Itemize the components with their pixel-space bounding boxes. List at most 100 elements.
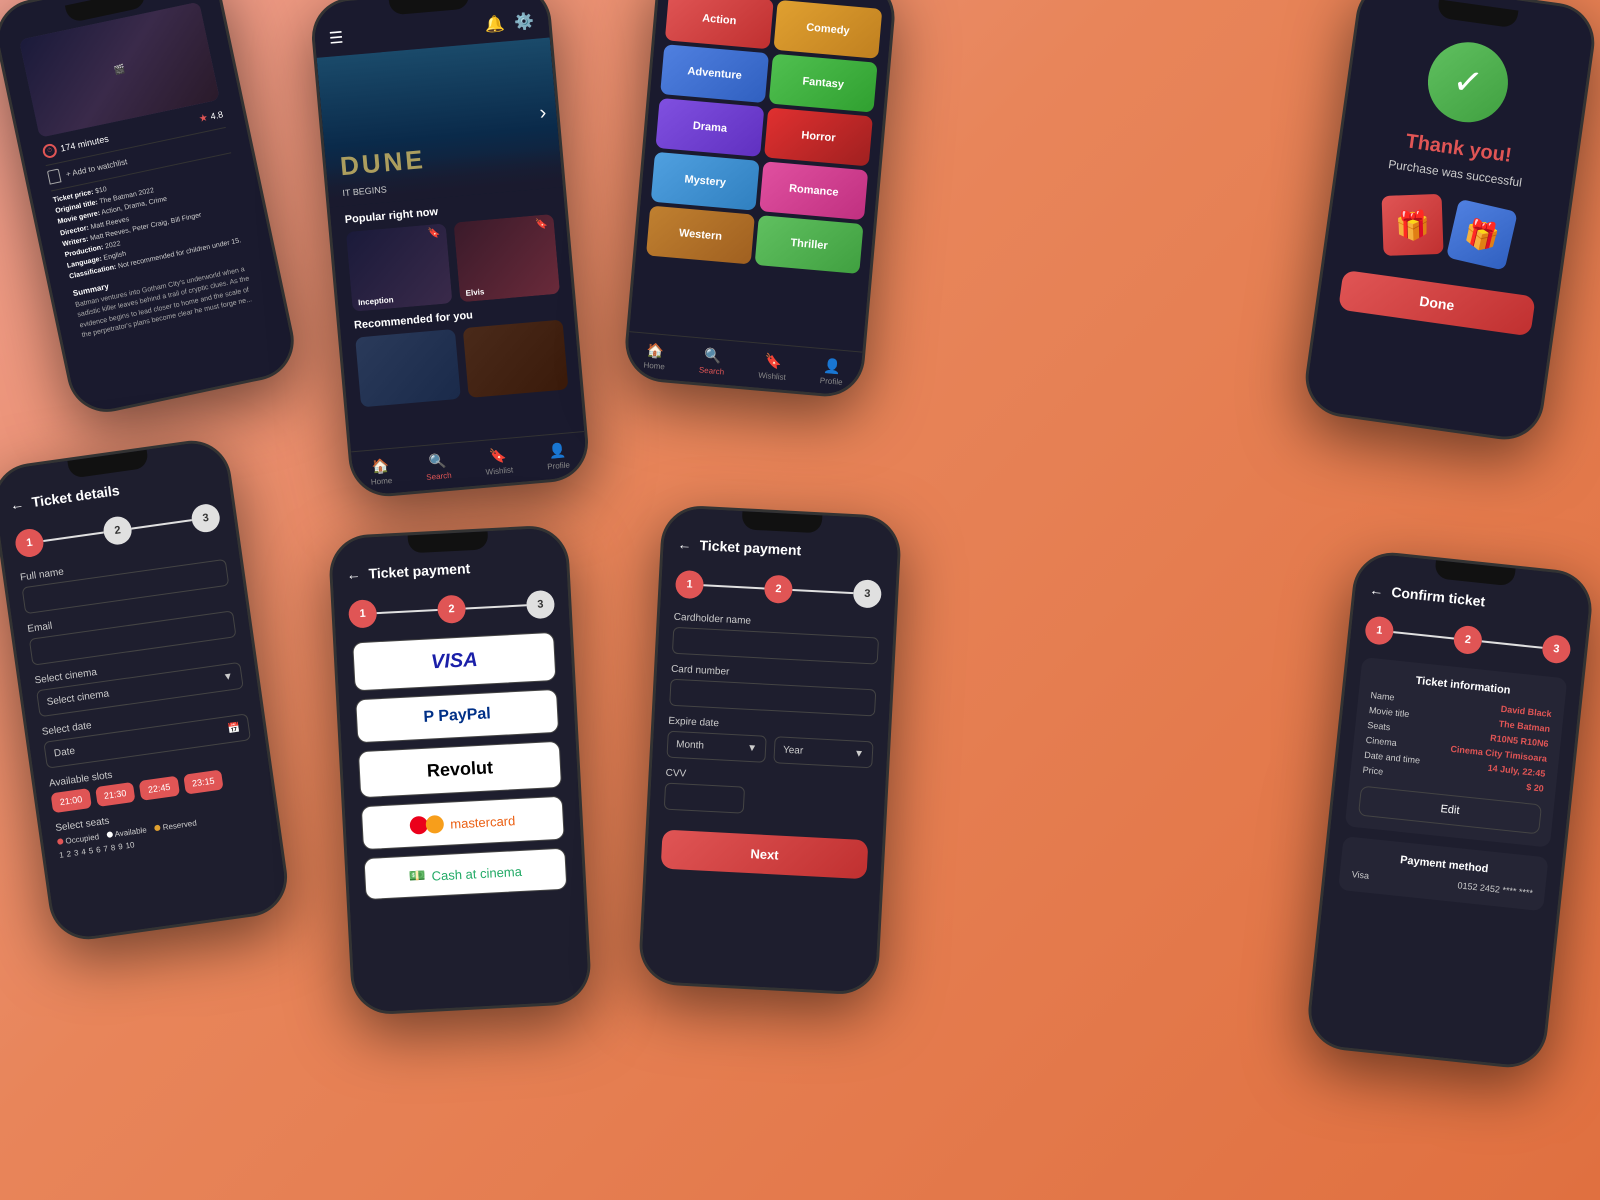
genre-romance[interactable]: Romance <box>759 161 868 220</box>
phone-home-browse: ☰ 🔔 ⚙️ DUNE IT BEGINS › Popular right no… <box>309 0 592 500</box>
phone-movie-details: 🎬 ⏱ 174 minutes ★ 4.8 + Add to watchlist <box>0 0 301 419</box>
nav-home-genre[interactable]: 🏠 Home <box>643 342 667 372</box>
phone-payment-method: ← Ticket payment 1 2 3 VISA P PayPal Rev… <box>328 524 593 1016</box>
rec-movie-2[interactable] <box>463 320 569 398</box>
genre-fantasy[interactable]: Fantasy <box>769 54 878 113</box>
phone-thank-you: ✓ Thank you! Purchase was successful 🎁 🎁… <box>1301 0 1600 445</box>
genre-horror[interactable]: Horror <box>764 107 873 166</box>
back-arrow-icon[interactable]: ← <box>9 495 25 513</box>
available-dot <box>106 831 113 838</box>
edit-button[interactable]: Edit <box>1358 786 1542 835</box>
revolut-button[interactable]: Revolut <box>358 741 562 799</box>
cardholder-input[interactable] <box>672 627 879 665</box>
home-icon: 🏠 <box>371 457 390 475</box>
step-line-2-pay <box>466 604 527 609</box>
home-icon: 🏠 <box>646 342 665 360</box>
movie-thumb-elvis[interactable]: Elvis 🔖 <box>453 214 560 302</box>
phone-genre-grid: Action Comedy Adventure Fantasy Drama Ho… <box>622 0 898 400</box>
nav-search-genre[interactable]: 🔍 Search <box>699 346 727 376</box>
slot-2130[interactable]: 21:30 <box>95 782 136 807</box>
year-placeholder: Year <box>783 745 804 757</box>
genre-western[interactable]: Western <box>646 206 755 265</box>
rec-movie-1[interactable] <box>355 329 461 407</box>
cash-at-cinema-button[interactable]: 💵 Cash at cinema <box>363 848 567 901</box>
nav-search[interactable]: 🔍 Search <box>424 452 452 482</box>
payment-info-box: Payment method Visa 0152 2452 **** **** <box>1338 836 1549 911</box>
card-payment-title: Ticket payment <box>699 537 801 558</box>
slot-2100[interactable]: 21:00 <box>51 788 92 813</box>
step-2-confirm: 2 <box>1452 625 1483 656</box>
gear-icon[interactable]: ⚙️ <box>514 11 536 33</box>
bell-icon[interactable]: 🔔 <box>484 13 506 35</box>
genre-mystery[interactable]: Mystery <box>651 152 760 211</box>
calendar-icon: 📅 <box>227 722 241 735</box>
step-3-card: 3 <box>853 579 882 608</box>
mc-orange-circle <box>426 815 445 834</box>
nav-profile-genre[interactable]: 👤 Profile <box>820 357 845 387</box>
back-arrow-icon-card[interactable]: ← <box>677 536 692 553</box>
phone-ticket-details: ← Ticket details 1 2 3 Full name Email S… <box>0 436 292 945</box>
elvis-label: Elvis <box>465 287 484 298</box>
slot-2245[interactable]: 22:45 <box>139 776 180 801</box>
back-arrow-icon-pay[interactable]: ← <box>346 566 361 583</box>
done-button[interactable]: Done <box>1338 270 1536 337</box>
checkmark-icon: ✓ <box>1450 59 1486 105</box>
nav-profile[interactable]: 👤 Profile <box>545 441 570 471</box>
genre-grid: Action Comedy Adventure Fantasy Drama Ho… <box>635 0 893 283</box>
chevron-down-month: ▼ <box>747 743 757 755</box>
step-3-pay: 3 <box>526 590 555 619</box>
step-line-2-confirm <box>1482 640 1543 648</box>
movie-thumb-inception[interactable]: Inception 🔖 <box>346 223 453 311</box>
genre-comedy[interactable]: Comedy <box>773 0 882 59</box>
genre-drama[interactable]: Drama <box>655 98 764 157</box>
paypal-button[interactable]: P PayPal <box>355 689 559 744</box>
select-cinema-placeholder: Select cinema <box>46 688 110 708</box>
success-circle: ✓ <box>1423 37 1513 127</box>
bottom-nav: 🏠 Home 🔍 Search 🔖 Wishlist 👤 Profile <box>355 476 588 496</box>
step-line-2 <box>131 519 192 529</box>
ticket-info-box: Ticket information Name David Black Movi… <box>1345 657 1568 848</box>
nav-wishlist-genre[interactable]: 🔖 Wishlist <box>758 352 788 382</box>
step-1-pay: 1 <box>348 599 377 628</box>
step-1-confirm: 1 <box>1364 615 1395 646</box>
ticket-details-title: Ticket details <box>31 482 121 510</box>
nav-home[interactable]: 🏠 Home <box>369 457 393 487</box>
month-dropdown[interactable]: Month ▼ <box>666 731 766 763</box>
reserved-dot <box>154 825 161 832</box>
next-button[interactable]: Next <box>661 829 869 879</box>
genre-adventure[interactable]: Adventure <box>660 44 769 103</box>
expire-row: Month ▼ Year ▼ <box>666 731 873 769</box>
confirm-ticket-title: Confirm ticket <box>1391 584 1486 610</box>
phone-confirm-ticket: ← Confirm ticket 1 2 3 Ticket informatio… <box>1305 549 1596 1071</box>
occupied-dot <box>57 838 64 845</box>
profile-icon: 👤 <box>548 442 567 460</box>
slot-2315[interactable]: 23:15 <box>183 770 224 795</box>
step-line-2-card <box>792 589 853 594</box>
cash-at-cinema-label: Cash at cinema <box>431 863 522 883</box>
visa-logo: VISA <box>430 649 478 674</box>
month-placeholder: Month <box>676 739 704 751</box>
card-payment-header: ← Ticket payment <box>677 526 885 573</box>
bookmark-icon[interactable] <box>47 168 62 184</box>
bookmark-icon-inception[interactable]: 🔖 <box>427 228 440 240</box>
genre-action[interactable]: Action <box>665 0 774 49</box>
cvv-input[interactable] <box>664 783 745 814</box>
bookmark-icon-elvis[interactable]: 🔖 <box>535 218 548 230</box>
wishlist-icon: 🔖 <box>489 447 508 465</box>
ticket-payment-header: ← Ticket payment <box>346 546 554 593</box>
mastercard-button[interactable]: mastercard <box>361 796 565 851</box>
hamburger-icon[interactable]: ☰ <box>328 28 344 49</box>
gift-box-blue: 🎁 <box>1446 199 1518 271</box>
visa-button[interactable]: VISA <box>352 632 556 692</box>
back-arrow-icon-confirm[interactable]: ← <box>1369 581 1385 598</box>
card-number-input[interactable] <box>669 679 876 717</box>
cash-icon: 💵 <box>409 868 426 885</box>
nav-wishlist[interactable]: 🔖 Wishlist <box>484 446 514 476</box>
bottom-nav-genre: 🏠 Home 🔍 Search 🔖 Wishlist 👤 Profile <box>625 376 858 396</box>
search-icon: 🔍 <box>428 452 447 470</box>
year-dropdown[interactable]: Year ▼ <box>773 736 873 768</box>
profile-icon-genre: 👤 <box>823 357 842 375</box>
step-1-card: 1 <box>675 570 704 599</box>
rating-badge: ★ 4.8 <box>198 109 224 125</box>
genre-thriller[interactable]: Thriller <box>755 215 864 274</box>
